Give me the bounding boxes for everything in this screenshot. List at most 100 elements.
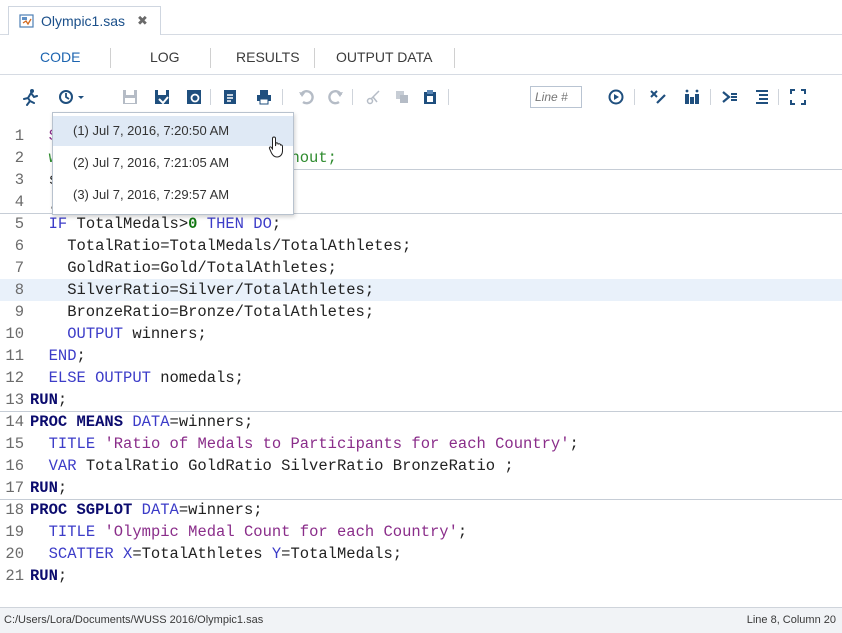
code-token: DATA	[141, 501, 179, 519]
code-line[interactable]: 17 RUN;	[0, 477, 842, 499]
line-number: 6	[14, 237, 24, 255]
export-icon[interactable]	[220, 87, 240, 107]
cut-icon[interactable]	[364, 87, 384, 107]
line-number: 10	[5, 325, 24, 343]
code-token: ;	[57, 567, 68, 585]
redo-icon[interactable]	[326, 87, 346, 107]
code-line[interactable]: 8 SilverRatio=Silver/TotalAthletes;	[0, 279, 842, 301]
paste-icon[interactable]	[420, 87, 440, 107]
line-number: 21	[5, 567, 24, 585]
save-icon[interactable]	[120, 87, 140, 107]
code-token: ;	[569, 435, 579, 453]
code-line[interactable]: 7 GoldRatio=Gold/TotalAthletes;	[0, 257, 842, 279]
code-token: nomedals;	[150, 369, 244, 387]
code-token: TotalRatio GoldRatio SilverRatio BronzeR…	[76, 457, 514, 475]
line-number: 18	[5, 501, 24, 519]
code-line[interactable]: 21 RUN;	[0, 565, 842, 587]
history-item[interactable]: (2) Jul 7, 2016, 7:21:05 AM	[53, 148, 293, 178]
toolbar-divider	[634, 89, 635, 105]
code-token: VAR	[48, 457, 77, 475]
code-token: TITLE	[48, 523, 96, 541]
line-number: 12	[5, 369, 24, 387]
code-token: Y	[271, 545, 282, 563]
code-token: 'Ratio of Medals to Participants for eac…	[104, 435, 570, 453]
code-text: RUN;	[30, 477, 67, 499]
close-icon[interactable]: ✖	[137, 13, 148, 29]
format-code-icon[interactable]	[682, 87, 702, 107]
code-text: SilverRatio=Silver/TotalAthletes;	[30, 279, 374, 301]
code-line[interactable]: 15 TITLE 'Ratio of Medals to Participant…	[0, 433, 842, 455]
line-number: 20	[5, 545, 24, 563]
code-text: IF TotalMedals>0 THEN DO;	[30, 213, 282, 235]
history-item[interactable]: (3) Jul 7, 2016, 7:29:57 AM	[53, 180, 293, 210]
file-path: C:/Users/Lora/Documents/WUSS 2016/Olympi…	[4, 614, 264, 626]
code-text: RUN;	[30, 565, 67, 587]
save-as-icon[interactable]	[152, 87, 172, 107]
tab-log[interactable]: LOG	[150, 40, 180, 74]
code-text: END;	[30, 345, 86, 367]
code-text: TotalRatio=TotalMedals/TotalAthletes;	[30, 235, 411, 257]
code-token: END	[48, 347, 77, 365]
code-line[interactable]: 5 IF TotalMedals>0 THEN DO;	[0, 213, 842, 235]
line-number: 15	[5, 435, 24, 453]
indent-lines-icon[interactable]	[752, 87, 772, 107]
code-token: THEN DO	[206, 215, 272, 233]
code-text: ELSE OUTPUT nomedals;	[30, 367, 244, 389]
print-icon[interactable]	[254, 87, 274, 107]
code-token: ;	[57, 479, 68, 497]
code-text: BronzeRatio=Bronze/TotalAthletes;	[30, 301, 374, 323]
code-line[interactable]: 13 RUN;	[0, 389, 842, 411]
step-divider	[0, 499, 842, 500]
code-token: =winners;	[178, 501, 263, 519]
maximize-icon[interactable]	[788, 87, 808, 107]
code-text: VAR TotalRatio GoldRatio SilverRatio Bro…	[30, 455, 514, 477]
line-number-input[interactable]	[530, 86, 582, 108]
code-token: GoldRatio=Gold/TotalAthletes;	[30, 259, 337, 277]
code-line[interactable]: 11 END;	[0, 345, 842, 367]
code-line[interactable]: 16 VAR TotalRatio GoldRatio SilverRatio …	[0, 455, 842, 477]
code-token: =TotalAthletes	[132, 545, 272, 563]
tab-output-data[interactable]: OUTPUT DATA	[336, 40, 432, 74]
tab-divider	[110, 48, 111, 68]
line-number: 17	[5, 479, 24, 497]
run-icon[interactable]	[20, 87, 40, 107]
code-token: =winners;	[169, 413, 254, 431]
hand-cursor-icon	[268, 136, 286, 158]
line-number: 19	[5, 523, 24, 541]
code-token: 'Olympic Medal Count for each Country'	[104, 523, 458, 541]
copy-icon[interactable]	[392, 87, 412, 107]
code-line[interactable]: 18 PROC SGPLOT DATA=winners;	[0, 499, 842, 521]
code-line[interactable]: 6 TotalRatio=TotalMedals/TotalAthletes;	[0, 235, 842, 257]
toolbar-divider	[710, 89, 711, 105]
sas-program-icon	[19, 13, 35, 29]
code-text: TITLE 'Ratio of Medals to Participants f…	[30, 433, 579, 455]
code-line[interactable]: 14 PROC MEANS DATA=winners;	[0, 411, 842, 433]
file-tab[interactable]: Olympic1.sas ✖	[8, 6, 161, 35]
code-line[interactable]: 12 ELSE OUTPUT nomedals;	[0, 367, 842, 389]
tab-results[interactable]: RESULTS	[236, 40, 300, 74]
clear-icon[interactable]	[648, 87, 668, 107]
go-to-line-icon[interactable]	[606, 87, 626, 107]
toolbar-divider	[352, 89, 353, 105]
history-item[interactable]: (1) Jul 7, 2016, 7:20:50 AM	[53, 116, 293, 146]
code-token: SilverRatio=Silver/TotalAthletes;	[30, 281, 375, 299]
code-text: RUN;	[30, 389, 67, 411]
code-token: BronzeRatio=Bronze/TotalAthletes;	[30, 303, 375, 321]
open-icon[interactable]	[184, 87, 204, 107]
code-line[interactable]: 20 SCATTER X=TotalAthletes Y=TotalMedals…	[0, 543, 842, 565]
code-line[interactable]: 19 TITLE 'Olympic Medal Count for each C…	[0, 521, 842, 543]
line-number: 5	[14, 215, 24, 233]
history-dropdown-button[interactable]	[56, 87, 88, 107]
code-line[interactable]: 9 BronzeRatio=Bronze/TotalAthletes;	[0, 301, 842, 323]
submission-history-dropdown: (1) Jul 7, 2016, 7:20:50 AM (2) Jul 7, 2…	[52, 112, 294, 215]
tab-code[interactable]: CODE	[40, 40, 80, 74]
code-line[interactable]: 10 OUTPUT winners;	[0, 323, 842, 345]
toolbar	[0, 78, 842, 116]
undo-icon[interactable]	[296, 87, 316, 107]
snippets-icon[interactable]	[720, 87, 740, 107]
